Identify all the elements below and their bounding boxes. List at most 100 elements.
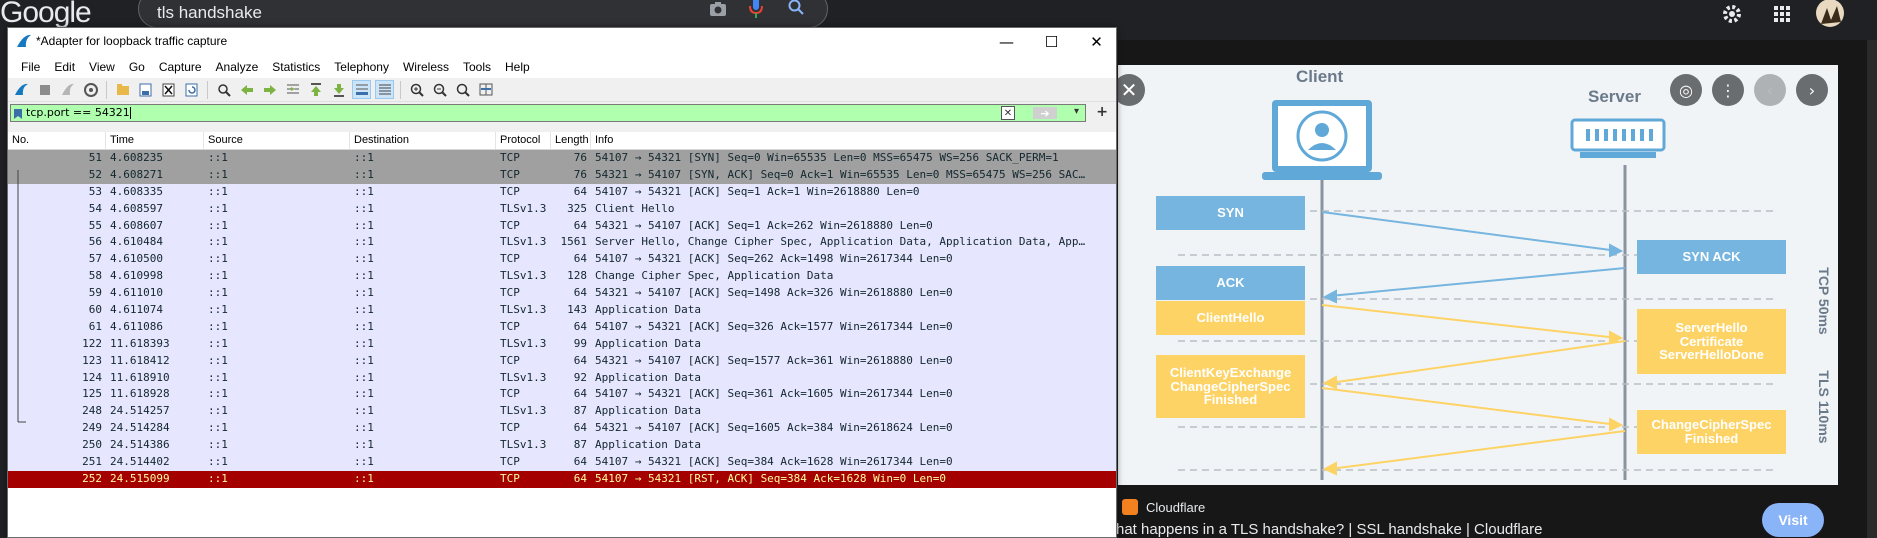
cell-info: Application Data xyxy=(595,303,701,317)
menu-view[interactable]: View xyxy=(82,60,122,74)
packet-row[interactable]: 51 4.608235::1::1 TCP 76 54107 → 54321 [SYN]… xyxy=(8,150,1116,167)
packet-row[interactable]: 125 11.618928::1::1 TCP 64 54107 → 54321 [AC… xyxy=(8,386,1116,404)
display-filter-input[interactable]: tcp.port == 54321 ✕ ➔ ▾ xyxy=(10,104,1086,122)
cell-destination: ::1 xyxy=(354,353,374,367)
last-packet-icon[interactable] xyxy=(329,80,348,99)
visit-button[interactable]: Visit xyxy=(1762,503,1824,537)
packet-row[interactable]: 54 4.608597::1::1 TLSv1.3 325 Client Hello xyxy=(8,200,1116,218)
menu-capture[interactable]: Capture xyxy=(152,60,209,74)
menu-statistics[interactable]: Statistics xyxy=(265,60,327,74)
result-source[interactable]: Cloudflare xyxy=(1122,496,1205,518)
chevron-down-icon[interactable]: ▾ xyxy=(1074,106,1079,117)
reload-file-icon[interactable] xyxy=(182,80,201,99)
menu-analyze[interactable]: Analyze xyxy=(209,60,266,74)
start-capture-icon[interactable] xyxy=(12,80,31,99)
column-info[interactable]: Info xyxy=(591,132,1116,149)
cell-protocol: TCP xyxy=(500,167,520,181)
search-box[interactable]: tls handshake xyxy=(138,0,828,28)
column-source[interactable]: Source xyxy=(204,132,350,149)
bookmark-icon[interactable] xyxy=(13,107,23,119)
packet-row[interactable]: 123 11.618412::1::1 TCP 64 54321 → 54107 [AC… xyxy=(8,352,1116,370)
change-cipher-spec-label: ChangeCipherSpec Finished xyxy=(1637,410,1786,454)
packet-row[interactable]: 56 4.610484::1::1 TLSv1.3 1561 Server Hello,… xyxy=(8,234,1116,252)
cell-source: ::1 xyxy=(208,353,228,367)
column-destination[interactable]: Destination xyxy=(350,132,496,149)
go-back-icon[interactable] xyxy=(237,80,256,99)
close-icon[interactable]: ✕ xyxy=(1113,74,1145,106)
more-options-icon[interactable]: ⋮ xyxy=(1712,74,1744,106)
maximize-icon[interactable]: ☐ xyxy=(1029,28,1074,56)
apply-filter-icon[interactable]: ➔ xyxy=(1033,107,1057,120)
avatar[interactable] xyxy=(1815,0,1845,33)
google-logo[interactable]: Google xyxy=(0,0,92,30)
tls-handshake-diagram[interactable]: Client Server SYN ACK ClientHello Client… xyxy=(1118,65,1838,485)
close-window-icon[interactable]: ✕ xyxy=(1074,28,1116,56)
packet-row[interactable]: 61 4.611086::1::1 TCP 64 54107 → 54321 [ACK]… xyxy=(8,318,1116,336)
packet-row[interactable]: 55 4.608607::1::1 TCP 64 54321 → 54107 [ACK]… xyxy=(8,217,1116,235)
camera-icon[interactable] xyxy=(709,1,727,22)
cell-source: ::1 xyxy=(208,201,228,215)
mic-icon[interactable] xyxy=(749,0,763,24)
zoom-in-icon[interactable] xyxy=(407,80,426,99)
column-time[interactable]: Time xyxy=(106,132,204,149)
column-no[interactable]: No. xyxy=(8,132,106,149)
packet-row[interactable]: 60 4.611074::1::1 TLSv1.3 143 Application Da… xyxy=(8,302,1116,319)
packet-row[interactable]: 248 24.514257::1::1 TLSv1.3 87 Application D… xyxy=(8,403,1116,421)
packet-row[interactable]: 250 24.514386::1::1 TLSv1.3 87 Application D… xyxy=(8,437,1116,455)
resize-columns-icon[interactable] xyxy=(476,80,495,99)
packet-row[interactable]: 52 4.608271::1::1 TCP 76 54321 → 54107 [SYN,… xyxy=(8,166,1116,184)
autoscroll-icon[interactable] xyxy=(352,80,371,99)
search-icon[interactable] xyxy=(788,0,804,20)
cell-protocol: TCP xyxy=(500,471,520,485)
cell-protocol: TCP xyxy=(500,184,520,198)
scrollbar[interactable] xyxy=(1867,40,1877,538)
find-packet-icon[interactable] xyxy=(214,80,233,99)
packet-row[interactable]: 252 24.515099::1::1 TCP 64 54107 → 54321 [RS… xyxy=(8,470,1116,488)
capture-options-icon[interactable] xyxy=(81,80,100,99)
search-input[interactable]: tls handshake xyxy=(157,3,262,23)
packet-row[interactable]: 58 4.610998::1::1 TLSv1.3 128 Change Cipher … xyxy=(8,268,1116,286)
menu-edit[interactable]: Edit xyxy=(47,60,82,74)
menu-wireless[interactable]: Wireless xyxy=(396,60,456,74)
result-title-link[interactable]: hat happens in a TLS handshake? | SSL ha… xyxy=(1116,521,1542,538)
column-length[interactable]: Length xyxy=(551,132,591,149)
gear-icon[interactable] xyxy=(1722,4,1742,29)
clear-filter-icon[interactable]: ✕ xyxy=(1001,106,1015,120)
zoom-normal-icon[interactable] xyxy=(453,80,472,99)
packet-row[interactable]: 251 24.514402::1::1 TCP 64 54107 → 54321 [AC… xyxy=(8,454,1116,471)
open-file-icon[interactable] xyxy=(113,80,132,99)
packet-row[interactable]: 57 4.610500::1::1 TCP 64 54107 → 54321 [ACK]… xyxy=(8,251,1116,269)
add-filter-button[interactable]: + xyxy=(1096,104,1108,120)
menu-tools[interactable]: Tools xyxy=(456,60,498,74)
cell-length: 64 xyxy=(573,471,587,485)
window-title-bar[interactable]: *Adapter for loopback traffic capture — … xyxy=(8,28,1116,56)
menu-file[interactable]: File xyxy=(14,60,47,74)
packet-row[interactable]: 122 11.618393::1::1 TLSv1.3 99 Application D… xyxy=(8,335,1116,353)
first-packet-icon[interactable] xyxy=(306,80,325,99)
restart-capture-icon[interactable] xyxy=(58,80,77,99)
column-protocol[interactable]: Protocol xyxy=(496,132,551,149)
menu-telephony[interactable]: Telephony xyxy=(327,60,396,74)
close-file-icon[interactable] xyxy=(159,80,178,99)
packet-row[interactable]: 124 11.618910::1::1 TLSv1.3 92 Application D… xyxy=(8,369,1116,387)
colorize-icon[interactable] xyxy=(375,80,394,99)
go-to-packet-icon[interactable] xyxy=(283,80,302,99)
menu-go[interactable]: Go xyxy=(122,60,152,74)
go-forward-icon[interactable] xyxy=(260,80,279,99)
stop-capture-icon[interactable] xyxy=(35,80,54,99)
packet-row[interactable]: 59 4.611010::1::1 TCP 64 54321 → 54107 [ACK]… xyxy=(8,285,1116,303)
next-icon[interactable]: › xyxy=(1796,74,1828,106)
cell-info: 54107 → 54321 [ACK] Seq=384 Ack=1628 Win… xyxy=(595,455,953,469)
menu-help[interactable]: Help xyxy=(498,60,537,74)
cell-destination: ::1 xyxy=(354,151,374,164)
cell-source: ::1 xyxy=(208,319,228,333)
save-file-icon[interactable] xyxy=(136,80,155,99)
apps-grid-icon[interactable] xyxy=(1773,5,1791,28)
packet-row[interactable]: 53 4.608335::1::1 TCP 64 54107 → 54321 [ACK]… xyxy=(8,183,1116,201)
lens-icon[interactable]: ◎ xyxy=(1670,74,1702,106)
zoom-out-icon[interactable] xyxy=(430,80,449,99)
minimize-icon[interactable]: — xyxy=(984,28,1029,56)
packet-row[interactable]: 249 24.514284::1::1 TCP 64 54321 → 54107 [AC… xyxy=(8,420,1116,438)
previous-icon[interactable]: ‹ xyxy=(1754,74,1786,106)
cell-destination: ::1 xyxy=(354,201,374,215)
